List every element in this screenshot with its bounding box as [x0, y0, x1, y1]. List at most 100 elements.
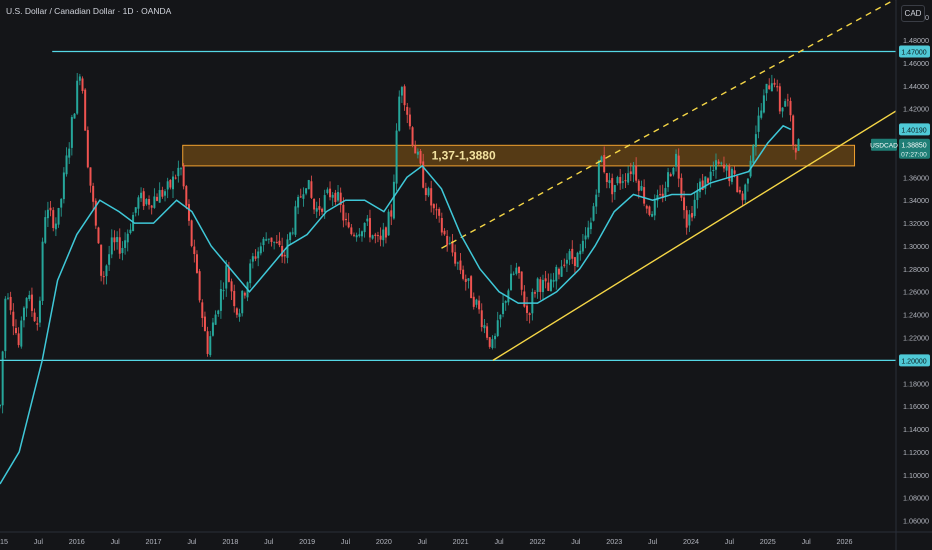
candle-body: [33, 312, 36, 322]
candle-body: [504, 301, 507, 303]
candle: [198, 268, 201, 303]
candle-body: [113, 237, 116, 243]
candle-body: [201, 302, 204, 319]
candle-body: [685, 210, 688, 228]
candle-body: [544, 278, 547, 282]
candle-body: [241, 290, 244, 314]
candle-body: [595, 194, 598, 207]
candle-body: [446, 235, 449, 246]
y-tick-label: 1.10000: [903, 471, 929, 480]
price-level-label: 1.20000: [901, 358, 926, 365]
currency-button[interactable]: CAD: [901, 5, 925, 22]
candle-body: [148, 199, 151, 205]
candle-body: [632, 165, 635, 175]
candle: [41, 237, 44, 305]
candle-body: [648, 206, 651, 215]
candle-body: [321, 208, 324, 212]
candle-body: [310, 181, 313, 198]
candle-body: [390, 210, 393, 217]
candle-body: [305, 188, 308, 194]
candle: [736, 175, 739, 193]
candle-body: [219, 289, 222, 311]
candle: [182, 163, 185, 190]
candle: [62, 167, 65, 204]
candle-body: [4, 298, 7, 352]
candle-body: [129, 229, 132, 234]
candle-body: [778, 86, 781, 112]
candle: [576, 251, 579, 268]
y-tick-label: 1.26000: [903, 288, 929, 297]
candle-body: [116, 237, 119, 243]
candle-body: [653, 199, 656, 216]
candle-body: [424, 188, 427, 196]
price-level-tag: 1.20000: [899, 354, 930, 367]
y-tick-label: 1.42000: [903, 105, 929, 114]
candle-body: [376, 235, 379, 237]
candle-body: [462, 269, 465, 279]
candle-body: [363, 222, 366, 233]
candle-body: [315, 208, 318, 212]
x-tick-label: Jul: [802, 537, 812, 546]
candle-body: [491, 339, 494, 348]
chart-svg[interactable]: 1,37-1,3880 1.500001.480001.460001.44000…: [0, 0, 932, 550]
candle-body: [427, 188, 430, 196]
candle-body: [257, 251, 260, 259]
candle-body: [754, 134, 757, 147]
candle-body: [174, 177, 177, 179]
candle-body: [629, 171, 632, 175]
candle: [38, 296, 41, 328]
candle-body: [792, 115, 795, 146]
y-tick-label: 1.28000: [903, 265, 929, 274]
candle-body: [746, 178, 749, 184]
candle-body: [187, 204, 190, 221]
candle-body: [722, 164, 725, 169]
candle: [100, 244, 103, 282]
candle-body: [539, 279, 542, 292]
candle-body: [643, 187, 646, 204]
candle-body: [158, 190, 161, 203]
countdown-label: 07:27:00: [901, 152, 927, 159]
candle-body: [172, 176, 175, 190]
candle-body: [254, 256, 257, 259]
candle-body: [672, 167, 675, 175]
candle-body: [9, 296, 12, 311]
candle-body: [358, 234, 361, 236]
candle-body: [454, 252, 457, 264]
candle-body: [177, 167, 180, 177]
x-tick-label: 2026: [837, 537, 853, 546]
candle-body: [691, 213, 694, 218]
candle: [752, 144, 755, 165]
candle-body: [640, 186, 643, 191]
candle: [470, 275, 473, 299]
candle-body: [78, 76, 81, 81]
candle-body: [17, 333, 20, 346]
candle-body: [637, 180, 640, 191]
candle-body: [92, 185, 95, 202]
y-tick-label: 1.24000: [903, 311, 929, 320]
symbol-label: USDCAD: [870, 143, 898, 150]
candle-body: [762, 95, 765, 113]
candle-body: [73, 113, 76, 119]
candle-body: [25, 297, 28, 309]
candle-body: [581, 240, 584, 252]
candle-body: [659, 194, 662, 196]
x-tick-label: 2017: [146, 537, 162, 546]
candle-body: [156, 196, 159, 201]
candle-body: [262, 238, 265, 246]
candle-body: [89, 167, 92, 186]
candle-body: [140, 192, 143, 199]
candle-body: [46, 209, 49, 219]
candle-body: [510, 273, 513, 291]
candle-body: [709, 171, 712, 181]
candle-body: [193, 246, 196, 255]
candle-body: [100, 244, 103, 276]
candle-body: [781, 107, 784, 112]
candle-body: [283, 254, 286, 257]
candle-body: [669, 174, 672, 177]
candle-body: [337, 191, 340, 201]
candle-body: [54, 223, 57, 230]
candle-body: [57, 207, 60, 225]
candle-body: [169, 179, 172, 188]
candle-body: [105, 265, 108, 277]
candle-body: [331, 194, 334, 198]
